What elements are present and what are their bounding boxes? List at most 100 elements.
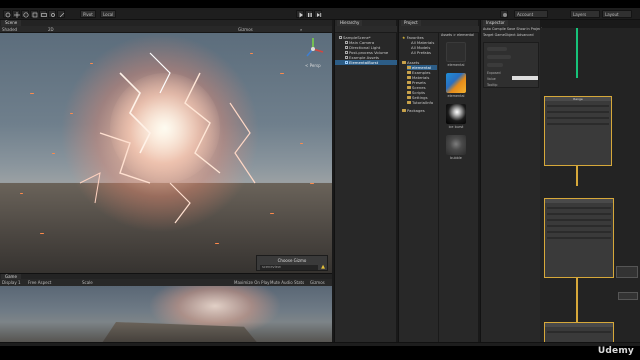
folder-icon [407, 81, 411, 85]
pause-icon[interactable] [305, 10, 313, 18]
asset-label: elemental [447, 63, 465, 67]
tab-inspector[interactable]: Inspector [483, 20, 508, 26]
project-search-bar[interactable] [399, 26, 479, 33]
step-icon[interactable] [314, 10, 322, 18]
scale-slider[interactable]: Scale [82, 280, 93, 285]
side-node[interactable] [618, 292, 638, 300]
property-pill[interactable] [487, 55, 511, 59]
vfx-node[interactable]: Range [544, 96, 612, 166]
popup-field[interactable]: sceneview [260, 265, 318, 270]
gizmos-dropdown[interactable]: Gizmos [238, 27, 253, 32]
node-header [545, 199, 613, 203]
popup-title: Choose Gizmo [277, 258, 307, 263]
node-row [547, 213, 611, 215]
spark [52, 153, 55, 154]
asset-thumb[interactable] [446, 104, 466, 124]
hand-tool-icon[interactable] [3, 10, 11, 18]
main-toolbar: Pivot Local Account Layers Layout [0, 8, 640, 20]
asset-thumb[interactable] [446, 73, 466, 93]
game-gizmos-dropdown[interactable]: Gizmos [310, 280, 325, 285]
rotate-tool-icon[interactable] [21, 10, 29, 18]
spark [30, 93, 34, 94]
orientation-gizmo[interactable] [300, 36, 326, 62]
folder-icon [402, 109, 406, 113]
display-dropdown[interactable]: Display 1 [2, 280, 21, 285]
show-in-project-button[interactable]: Show in Project [516, 27, 542, 31]
asset-folder[interactable]: TutorialInfo [407, 100, 433, 105]
folder-icon [407, 76, 411, 80]
property-label: Value [487, 77, 496, 81]
spark [270, 213, 274, 214]
persp-label[interactable]: < Persp [305, 63, 321, 68]
play-icon[interactable] [296, 10, 304, 18]
spark [310, 183, 314, 184]
scene-toolbar: Shaded 2D Gizmos ⌕ [0, 26, 332, 33]
unity-editor-window: Pivot Local Account Layers Layout Scene … [0, 8, 640, 346]
transform-tool-icon[interactable] [48, 10, 56, 18]
account-dropdown[interactable]: Account [514, 10, 548, 18]
pivot-toggle[interactable]: Pivot [80, 10, 96, 18]
favorite-item[interactable]: All Prefabs [411, 50, 431, 55]
move-tool-icon[interactable] [12, 10, 20, 18]
scale-tool-icon[interactable] [30, 10, 38, 18]
scene-icon [339, 36, 342, 40]
hierarchy-search-bar[interactable] [335, 26, 397, 33]
asset-thumb[interactable] [446, 42, 466, 62]
layers-dropdown[interactable]: Layers [570, 10, 600, 18]
mute-audio-toggle[interactable]: Mute Audio [270, 280, 293, 285]
node-row [547, 231, 611, 233]
flow-edge [576, 166, 578, 186]
spark [300, 143, 303, 144]
property-pill[interactable] [487, 47, 507, 51]
udemy-watermark: Udemy [597, 346, 634, 356]
local-toggle[interactable]: Local [100, 10, 117, 18]
aspect-dropdown[interactable]: Free Aspect [28, 280, 51, 285]
game-viewport[interactable] [0, 286, 332, 346]
inspector-panel: Inspector Auto Compile Save Show in Proj… [480, 20, 542, 342]
search-icon[interactable]: ⌕ [300, 27, 302, 32]
2d-toggle[interactable]: 2D [48, 27, 54, 32]
custom-tool-icon[interactable] [57, 10, 65, 18]
folder-icon [407, 86, 411, 90]
shading-mode-dropdown[interactable]: Shaded [2, 27, 17, 32]
value-field[interactable] [512, 76, 538, 80]
save-button[interactable]: Save [507, 27, 515, 31]
gameobject-icon [345, 61, 348, 65]
spark [20, 193, 23, 194]
status-bar [0, 342, 640, 346]
choose-gizmo-popup: Choose Gizmo sceneview ▲ [256, 255, 328, 271]
compile-button[interactable]: Compile [492, 27, 506, 31]
collab-icon[interactable] [500, 10, 508, 18]
layout-dropdown[interactable]: Layout [602, 10, 632, 18]
game-toolbar: Display 1 Free Aspect Scale Maximize On … [0, 279, 332, 286]
packages-folder[interactable]: Packages [402, 108, 425, 113]
vfx-node[interactable] [544, 198, 614, 278]
property-pill[interactable] [487, 63, 503, 67]
flow-edge [576, 278, 578, 322]
blackboard: Exposed Value Tooltip [483, 42, 539, 88]
side-node[interactable] [616, 266, 638, 278]
spark [40, 233, 44, 234]
warning-icon: ▲ [321, 264, 325, 270]
hierarchy-panel: Hierarchy SampleScene* Main Camera Direc… [334, 20, 397, 342]
stats-toggle[interactable]: Stats [294, 280, 304, 285]
target-field[interactable]: Target GameObject Advanced [483, 33, 534, 38]
auto-toggle[interactable]: Auto [483, 27, 491, 31]
folder-icon [407, 91, 411, 95]
rect-tool-icon[interactable] [39, 10, 47, 18]
property-label: Exposed [487, 71, 501, 75]
node-row [547, 105, 609, 107]
node-row [547, 225, 611, 227]
scene-viewport[interactable]: < Persp Choose Gizmo sceneview ▲ [0, 33, 332, 273]
folder-icon [402, 61, 406, 65]
node-row [547, 117, 609, 119]
spark [280, 73, 284, 74]
folder-icon [407, 71, 411, 75]
vfx-graph-canvas[interactable]: elemental Range [540, 28, 640, 346]
folder-icon [407, 66, 411, 70]
hierarchy-item-selected[interactable]: ElementalBurst [335, 60, 397, 65]
asset-thumb[interactable] [446, 135, 466, 155]
asset-label: bubble [450, 156, 462, 160]
gameobject-icon [345, 46, 348, 50]
maximize-on-play-toggle[interactable]: Maximize On Play [234, 280, 270, 285]
